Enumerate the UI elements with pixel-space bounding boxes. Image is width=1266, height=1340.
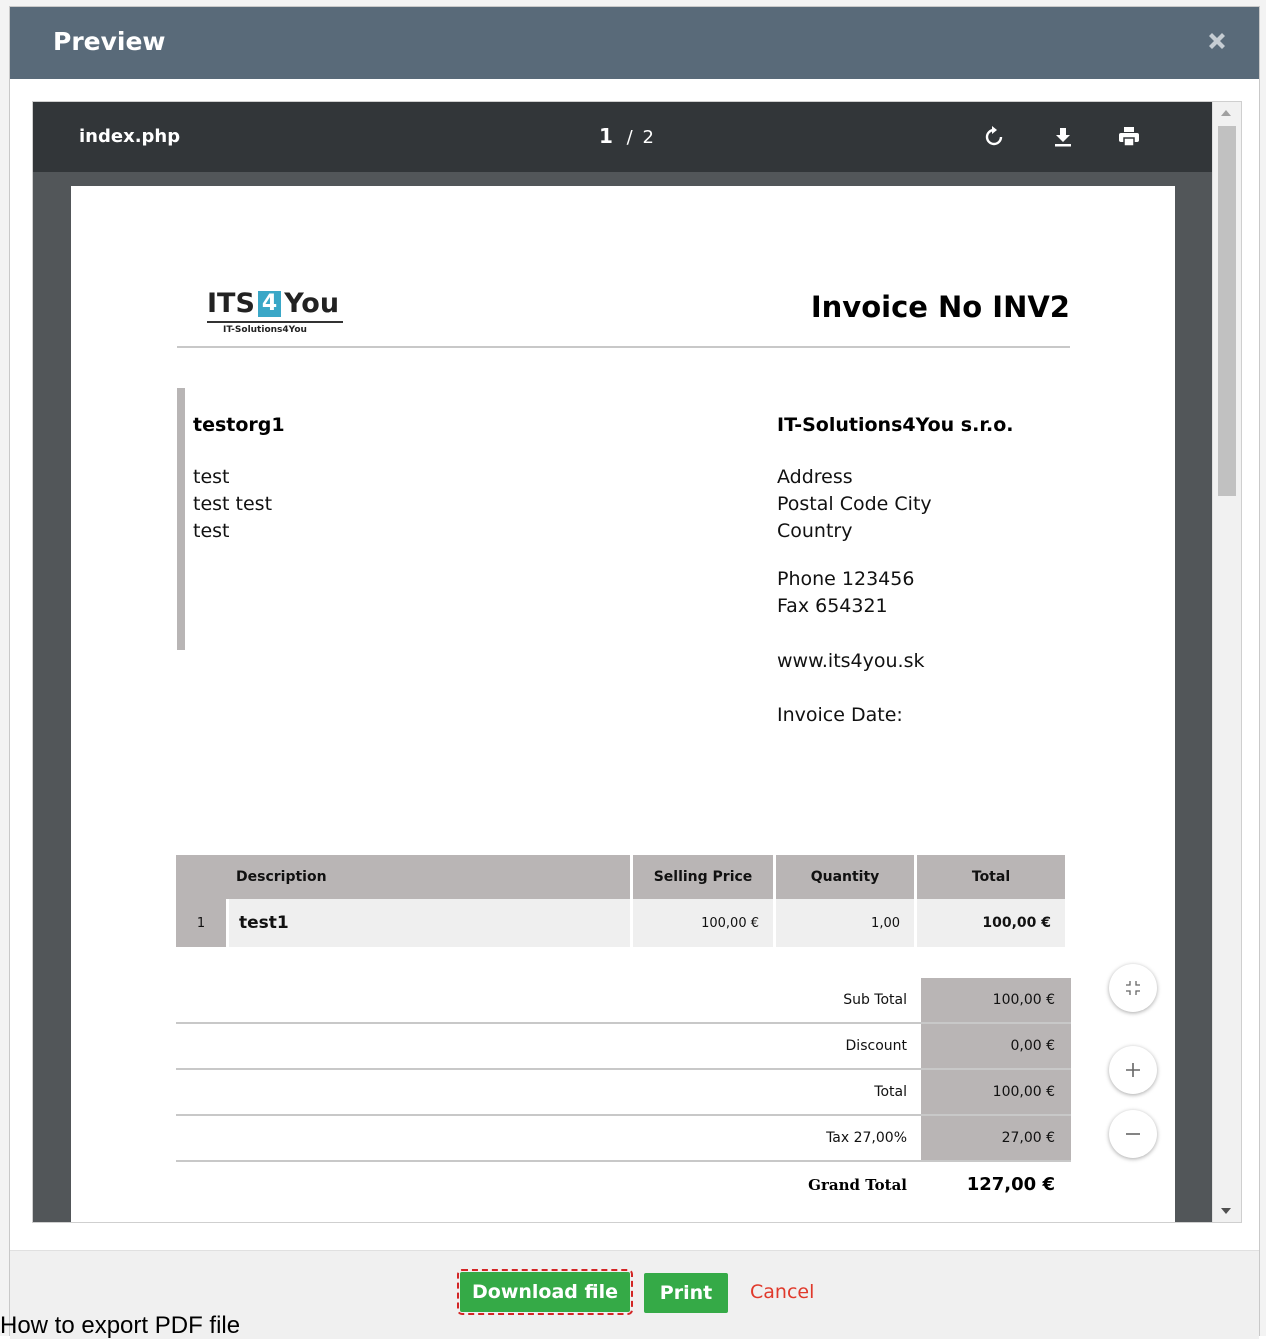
invoice-date-label: Invoice Date: <box>777 704 903 726</box>
table-row: 1 test1 100,00 € 1,00 100,00 € <box>176 899 1065 947</box>
grand-total-label: Grand Total <box>808 1176 907 1194</box>
scroll-thumb[interactable] <box>1218 126 1236 496</box>
header-divider <box>177 346 1070 348</box>
col-header-total: Total <box>917 855 1065 899</box>
pdf-viewer[interactable]: index.php 1 / 2 ITS 4 You IT-Solutions4Y… <box>32 101 1242 1223</box>
invoice-totals: Sub Total 100,00 € Discount 0,00 € Total… <box>176 978 1071 1210</box>
close-icon[interactable] <box>1205 29 1229 53</box>
invoice-title: Invoice No INV2 <box>810 290 1070 324</box>
company-logo: ITS 4 You IT-Solutions4You <box>207 288 347 335</box>
print-icon[interactable] <box>1116 124 1142 150</box>
company-address-line: Address <box>777 466 853 488</box>
scroll-down-arrow-icon[interactable] <box>1221 1208 1231 1214</box>
customer-name: testorg1 <box>193 414 285 436</box>
print-button[interactable]: Print <box>644 1273 728 1313</box>
grand-total-row: Grand Total 127,00 € <box>176 1162 1071 1210</box>
totals-row: Tax 27,00% 27,00 € <box>176 1116 1071 1162</box>
company-name: IT-Solutions4You s.r.o. <box>777 414 1014 436</box>
company-contact: Phone 123456 Fax 654321 <box>777 566 914 620</box>
discount-value: 0,00 € <box>921 1024 1071 1068</box>
tax-label: Tax 27,00% <box>826 1130 907 1146</box>
zoom-out-icon[interactable] <box>1109 1110 1157 1158</box>
logo-text-num: 4 <box>257 290 282 317</box>
col-header-price: Selling Price <box>633 855 773 899</box>
row-total: 100,00 € <box>917 899 1065 947</box>
company-phone: Phone 123456 <box>777 568 915 590</box>
total-value: 100,00 € <box>921 1070 1071 1114</box>
current-page-input[interactable]: 1 <box>599 124 613 148</box>
cancel-link[interactable]: Cancel <box>750 1281 814 1303</box>
fit-page-icon[interactable] <box>1109 964 1157 1012</box>
tax-value: 27,00 € <box>921 1116 1071 1160</box>
totals-row: Discount 0,00 € <box>176 1024 1071 1070</box>
row-number: 1 <box>176 899 226 947</box>
viewer-scrollbar[interactable] <box>1212 102 1241 1222</box>
modal-header: Preview <box>10 7 1259 79</box>
row-price: 100,00 € <box>633 899 773 947</box>
totals-row: Sub Total 100,00 € <box>176 978 1071 1024</box>
subtotal-label: Sub Total <box>843 992 907 1008</box>
download-file-button[interactable]: Download file <box>457 1269 633 1315</box>
logo-text-right: You <box>284 288 340 319</box>
customer-line: test <box>193 466 230 488</box>
col-header-quantity: Quantity <box>776 855 914 899</box>
customer-accent-bar <box>177 388 185 650</box>
grand-total-value: 127,00 € <box>966 1174 1055 1195</box>
discount-label: Discount <box>845 1038 907 1054</box>
logo-underline <box>207 321 343 323</box>
subtotal-value: 100,00 € <box>921 978 1071 1022</box>
table-header-row: Description Selling Price Quantity Total <box>176 855 1065 899</box>
row-quantity: 1,00 <box>776 899 914 947</box>
total-pages: 2 <box>642 127 654 148</box>
col-header-description: Description <box>176 855 630 899</box>
download-icon[interactable] <box>1050 124 1076 150</box>
customer-line: test <box>193 520 230 542</box>
customer-line: test test <box>193 493 273 515</box>
logo-subtitle: IT-Solutions4You <box>223 325 307 335</box>
rotate-icon[interactable] <box>981 124 1007 150</box>
invoice-items-table: Description Selling Price Quantity Total… <box>173 855 1068 947</box>
zoom-in-icon[interactable] <box>1109 1046 1157 1094</box>
total-label: Total <box>874 1084 907 1100</box>
scroll-up-arrow-icon[interactable] <box>1221 110 1231 116</box>
company-address: Address Postal Code City Country <box>777 464 932 545</box>
customer-address: test test test test <box>193 464 272 545</box>
page-indicator: 1 / 2 <box>599 124 654 148</box>
pdf-toolbar: index.php 1 / 2 <box>33 102 1213 172</box>
row-description: test1 <box>229 899 630 947</box>
company-fax: Fax 654321 <box>777 595 888 617</box>
pdf-filename: index.php <box>79 126 181 147</box>
modal-title: Preview <box>53 27 166 56</box>
page-separator: / <box>626 127 633 148</box>
company-address-line: Postal Code City <box>777 493 932 515</box>
company-website: www.its4you.sk <box>777 650 925 672</box>
pdf-page: ITS 4 You IT-Solutions4You Invoice No IN… <box>71 186 1175 1222</box>
company-address-line: Country <box>777 520 853 542</box>
logo-text-left: ITS <box>207 288 255 319</box>
preview-modal: Preview index.php 1 / 2 ITS 4 You IT-Sol… <box>9 6 1260 1339</box>
totals-row: Total 100,00 € <box>176 1070 1071 1116</box>
